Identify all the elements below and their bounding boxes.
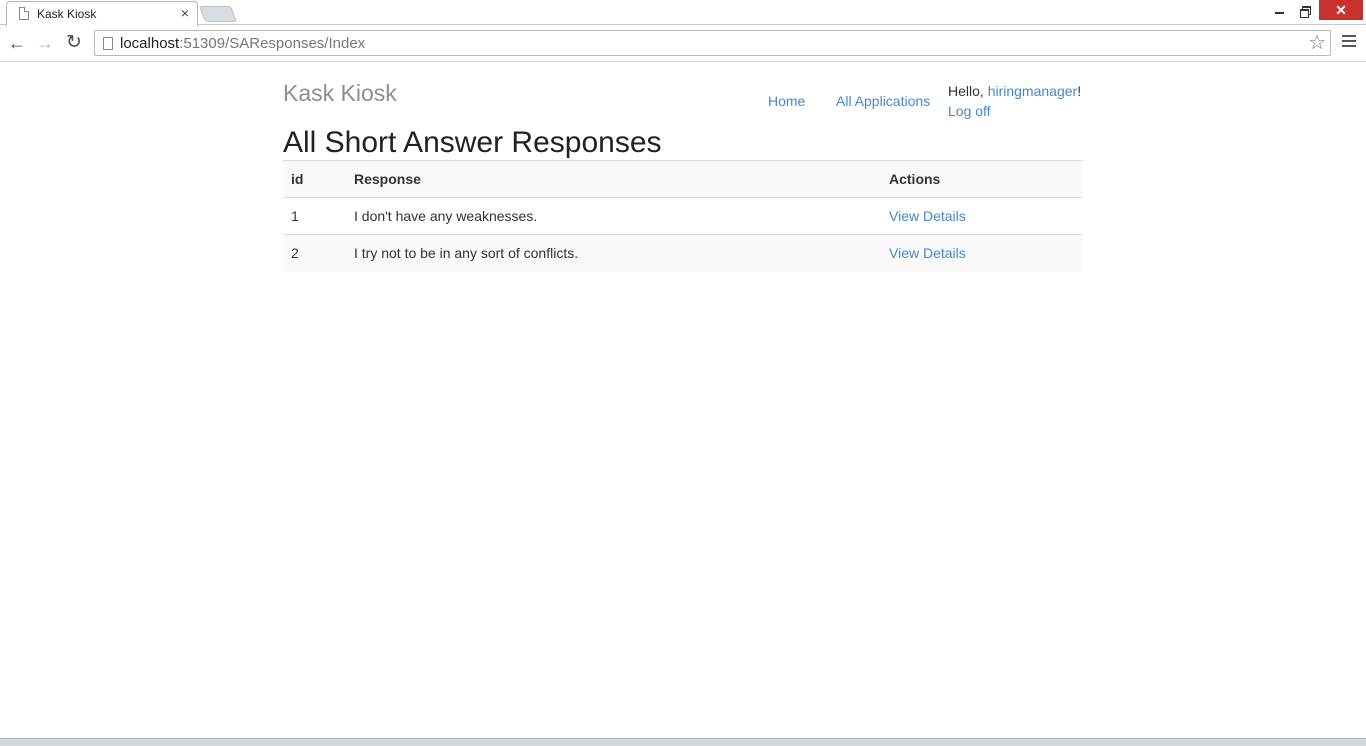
browser-toolbar: ← → ↻ localhost:51309/SAResponses/Index … [0, 26, 1366, 62]
hello-suffix: ! [1077, 83, 1082, 99]
view-details-link[interactable]: View Details [889, 208, 966, 224]
row-response: I try not to be in any sort of conflicts… [346, 234, 881, 272]
table-row: 1 I don't have any weaknesses. View Deta… [283, 197, 1083, 235]
row-id: 2 [283, 234, 346, 272]
responses-table: id Response Actions 1 I don't have any w… [283, 160, 1083, 272]
bookmark-star-icon[interactable]: ☆ [1308, 32, 1326, 54]
back-arrow-icon[interactable]: ← [6, 32, 28, 54]
nav-all-applications-link[interactable]: All Applications [836, 93, 930, 109]
minimize-button[interactable] [1270, 2, 1290, 20]
view-details-link[interactable]: View Details [889, 245, 966, 261]
page-title: All Short Answer Responses [283, 126, 662, 159]
new-tab-button[interactable] [199, 6, 237, 22]
browser-titlebar: Kask Kiosk × ✕ [0, 0, 1366, 26]
row-id: 1 [283, 197, 346, 235]
column-header-actions: Actions [881, 160, 1083, 198]
browser-menu-icon[interactable] [1342, 35, 1356, 49]
tab-close-icon[interactable]: × [181, 5, 189, 21]
page-icon [103, 37, 113, 50]
os-taskbar [0, 738, 1366, 746]
column-header-response: Response [346, 160, 881, 198]
close-window-button[interactable]: ✕ [1319, 0, 1363, 20]
column-header-id: id [283, 160, 346, 198]
url-text[interactable]: localhost:51309/SAResponses/Index [120, 35, 365, 52]
page-icon [19, 7, 29, 20]
row-actions: View Details [881, 197, 1083, 235]
restore-button[interactable] [1296, 2, 1316, 20]
hello-prefix: Hello, [948, 83, 988, 99]
row-actions: View Details [881, 234, 1083, 272]
hello-greeting: Hello, hiringmanager! [948, 83, 1081, 99]
browser-tab[interactable]: Kask Kiosk × [6, 1, 198, 26]
brand-link[interactable]: Kask Kiosk [283, 80, 397, 107]
nav-home-link[interactable]: Home [768, 93, 805, 109]
url-host: localhost [120, 35, 180, 52]
reload-icon[interactable]: ↻ [63, 32, 85, 54]
tab-title: Kask Kiosk [37, 7, 97, 21]
log-off-link[interactable]: Log off [948, 103, 991, 119]
row-response: I don't have any weaknesses. [346, 197, 881, 235]
url-path: :51309/SAResponses/Index [179, 35, 366, 52]
address-bar[interactable]: localhost:51309/SAResponses/Index ☆ [94, 30, 1331, 56]
forward-arrow-icon[interactable]: → [34, 32, 56, 54]
table-header-row: id Response Actions [283, 160, 1083, 198]
table-row: 2 I try not to be in any sort of conflic… [283, 234, 1083, 272]
username-link[interactable]: hiringmanager [988, 83, 1078, 99]
